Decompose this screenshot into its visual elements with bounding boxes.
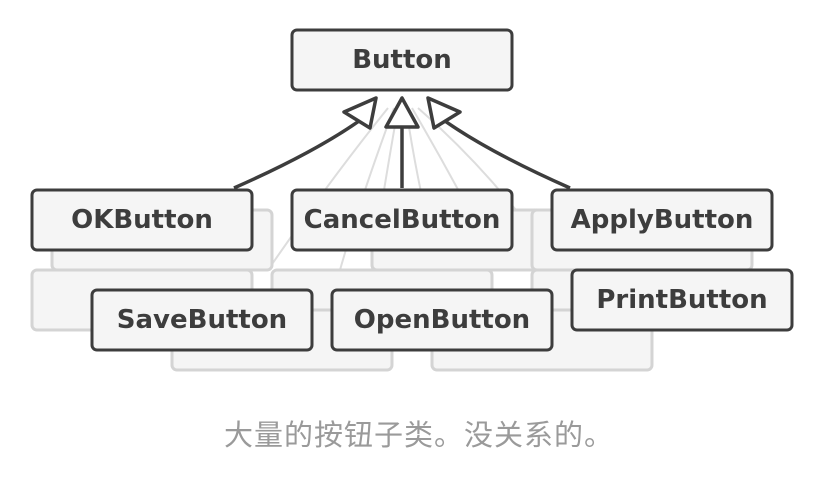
class-label-savebutton: SaveButton [117, 305, 287, 335]
diagram-caption: 大量的按钮子类。没关系的。 [223, 418, 614, 452]
inheritance-edge-applybutton [436, 114, 571, 190]
inheritance-arrowhead-icon [426, 96, 462, 130]
class-box-applybutton: ApplyButton [550, 188, 774, 252]
class-box-cancelbutton: CancelButton [290, 188, 514, 252]
class-label-applybutton: ApplyButton [571, 205, 754, 235]
class-label-openbutton: OpenButton [354, 305, 530, 335]
class-box-savebutton: SaveButton [90, 288, 314, 352]
class-label-okbutton: OKButton [71, 205, 213, 235]
class-label-button: Button [352, 45, 452, 75]
class-label-cancelbutton: CancelButton [304, 205, 501, 235]
class-label-printbutton: PrintButton [596, 285, 767, 315]
class-box-printbutton: PrintButton [570, 268, 794, 332]
inheritance-arrowhead-icon [342, 96, 378, 130]
inheritance-edge-okbutton [233, 114, 368, 190]
inheritance-arrowhead-icon [384, 96, 420, 129]
inheritance-arrowheads [342, 96, 462, 130]
class-box-okbutton: OKButton [30, 188, 254, 252]
class-box-button: Button [290, 28, 514, 92]
class-box-openbutton: OpenButton [330, 288, 554, 352]
